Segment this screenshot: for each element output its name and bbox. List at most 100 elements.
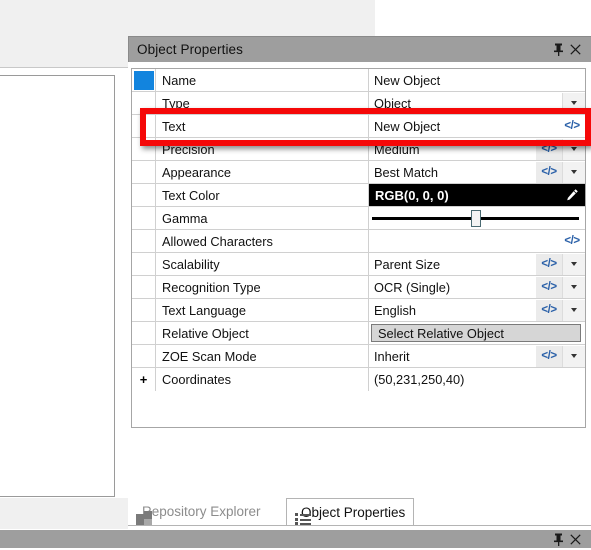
status-bar [0,530,591,548]
tab-object-properties-label: Object Properties [301,504,406,520]
dropdown-button[interactable] [562,345,585,367]
chevron-down-icon [571,262,577,266]
property-row[interactable]: Text Color RGB(0, 0, 0) [132,184,585,207]
row-marker [132,230,156,252]
property-value-cell[interactable]: New Object [369,69,585,91]
property-label: Text Language [156,299,369,321]
dropdown-button[interactable] [562,161,585,183]
property-value-cell[interactable]: New Object </> [369,115,585,137]
tab-repository-explorer-label: Repository Explorer [142,503,261,519]
property-row[interactable]: Gamma [132,207,585,230]
expand-coordinates-button[interactable]: + [132,368,156,391]
object-properties-panel: Object Properties Name New Object Type Obje… [128,36,591,548]
property-value-cell[interactable]: Medium </> [369,138,585,160]
property-value-cell[interactable]: RGB(0, 0, 0) [369,184,585,206]
tab-repository-explorer[interactable]: Repository Explorer [128,498,269,525]
property-row[interactable]: Relative Object Select Relative Object [132,322,585,345]
property-value-cell[interactable]: Best Match </> [369,161,585,183]
row-marker [132,207,156,229]
property-value: Medium [374,141,420,157]
dropdown-button[interactable] [562,253,585,275]
dropdown-button[interactable] [562,299,585,321]
eyedropper-icon[interactable] [559,188,585,202]
chevron-down-icon [571,354,577,358]
top-toolbar-strip [0,0,375,36]
code-expression-icon[interactable]: </> [536,161,562,183]
close-icon[interactable] [567,39,584,61]
row-marker [132,276,156,298]
property-value-cell[interactable]: English </> [369,299,585,321]
chevron-down-icon [571,147,577,151]
property-row[interactable]: Recognition Type OCR (Single) </> [132,276,585,299]
property-value-cell[interactable]: Select Relative Object [369,322,585,344]
property-value: (50,231,250,40) [374,372,465,387]
gamma-slider[interactable] [372,207,579,229]
property-label: Relative Object [156,322,369,344]
property-row[interactable]: Type Object [132,92,585,115]
property-label: Gamma [156,207,369,229]
row-marker [132,115,156,137]
property-row[interactable]: Text Language English </> [132,299,585,322]
property-row[interactable]: ZOE Scan Mode Inherit </> [132,345,585,368]
plus-icon: + [139,372,148,387]
code-expression-icon[interactable]: </> [536,345,562,367]
property-grid[interactable]: Name New Object Type Object Text New Object </… [131,68,586,428]
row-marker [132,138,156,160]
property-label: Type [156,92,369,114]
property-value-cell[interactable]: Parent Size </> [369,253,585,275]
property-label: Text [156,115,369,137]
tab-object-properties[interactable]: Object Properties [286,498,415,525]
property-row[interactable]: Name New Object [132,69,585,92]
property-row[interactable]: Scalability Parent Size </> [132,253,585,276]
property-value-cell[interactable]: OCR (Single) </> [369,276,585,298]
property-label: Scalability [156,253,369,275]
property-label: Text Color [156,184,369,206]
property-row[interactable]: Precision Medium </> [132,138,585,161]
property-value: Object [374,95,411,111]
panel-tabstrip: Repository Explorer Object Properties [128,498,591,526]
property-value-cell[interactable]: Object [369,92,585,114]
property-value-cell[interactable]: Inherit </> [369,345,585,367]
panel-title: Object Properties [137,42,243,57]
property-row[interactable]: Text New Object </> [132,115,585,138]
property-value: OCR (Single) [374,279,451,295]
property-value: Parent Size [374,256,441,272]
property-label: ZOE Scan Mode [156,345,369,367]
code-expression-icon[interactable]: </> [536,299,562,321]
property-value-cell[interactable]: </> [369,230,585,252]
text-color-swatch[interactable]: RGB(0, 0, 0) [369,184,585,206]
code-expression-icon[interactable]: </> [559,116,585,137]
row-marker [132,345,156,367]
panel-titlebar: Object Properties [128,36,591,62]
code-expression-icon[interactable]: </> [536,138,562,160]
property-value-cell[interactable] [369,207,585,229]
dropdown-button[interactable] [562,138,585,160]
image-preview-panel[interactable] [0,75,115,497]
dropdown-button[interactable] [562,92,585,114]
property-value: English [374,302,416,318]
gamma-slider-thumb[interactable] [470,209,481,227]
code-expression-icon[interactable]: </> [536,276,562,298]
property-label: Precision [156,138,369,160]
chevron-down-icon [571,308,577,312]
code-expression-icon[interactable]: </> [536,253,562,275]
dropdown-button[interactable] [562,276,585,298]
object-color-swatch [132,69,156,91]
code-expression-icon[interactable]: </> [559,231,585,252]
statusbar-pin-icon[interactable] [550,528,567,550]
property-label: Allowed Characters [156,230,369,252]
property-value-cell[interactable]: (50,231,250,40) [369,368,585,391]
property-label: Appearance [156,161,369,183]
property-value: New Object [374,118,441,134]
row-marker [132,92,156,114]
property-row[interactable]: Allowed Characters </> [132,230,585,253]
pin-icon[interactable] [550,39,567,61]
property-row[interactable]: Appearance Best Match </> [132,161,585,184]
property-label: Coordinates [156,368,369,391]
property-value: New Object [374,72,441,88]
property-row[interactable]: + Coordinates (50,231,250,40) [132,368,585,391]
select-relative-object-button[interactable]: Select Relative Object [371,324,581,342]
row-marker [132,322,156,344]
row-marker [132,253,156,275]
statusbar-close-icon[interactable] [567,528,584,550]
